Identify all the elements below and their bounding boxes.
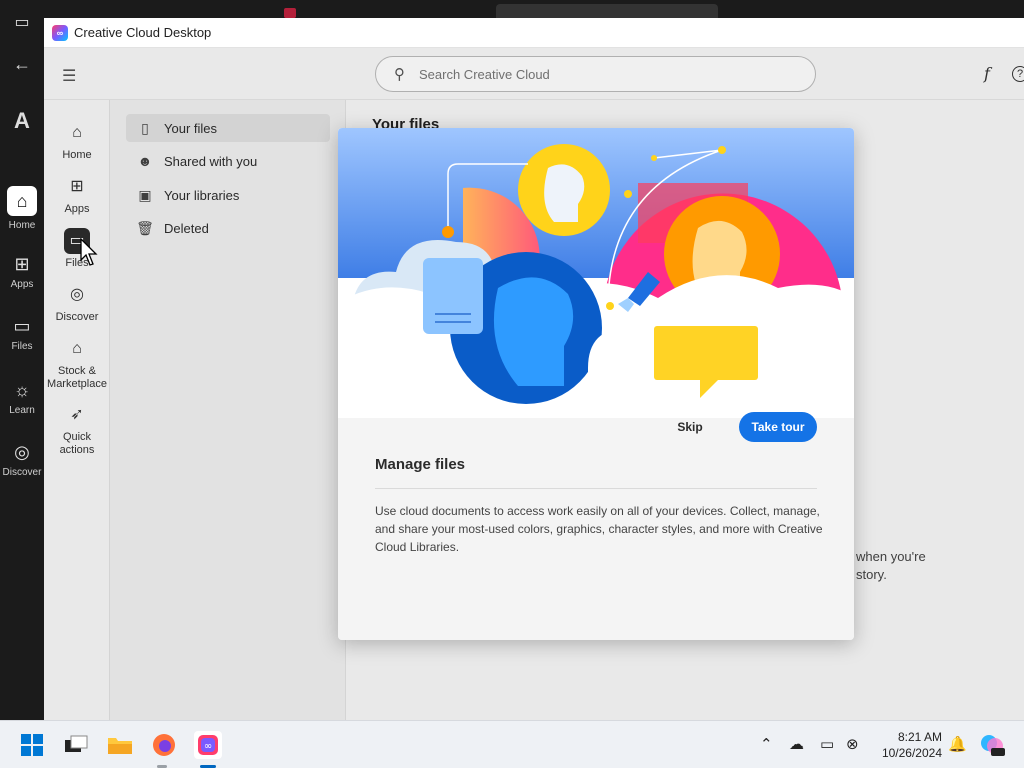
copilot-icon[interactable]: [978, 731, 1006, 759]
task-view-icon[interactable]: [62, 731, 90, 759]
background-window-icon[interactable]: ▭: [0, 12, 44, 32]
title-bar[interactable]: ∞ Creative Cloud Desktop: [44, 18, 1024, 48]
bg-nav-home[interactable]: ⌂ Home: [0, 186, 44, 231]
adobe-logo-icon: A: [14, 108, 30, 133]
system-clock[interactable]: 8:21 AM 10/26/2024: [870, 729, 942, 761]
creative-cloud-logo-icon: ∞: [52, 24, 68, 41]
firefox-icon[interactable]: [150, 731, 178, 759]
lightbulb-icon: ☼: [13, 380, 31, 400]
compass-icon: ◎: [14, 442, 30, 462]
apps-icon: ⊞: [14, 254, 30, 274]
clock-date: 10/26/2024: [881, 746, 942, 760]
taskbar: ∞ ⌃ ☁ ▭ ⊗ 8:21 AM 10/26/2024 🔔: [0, 720, 1024, 768]
svg-text:∞: ∞: [204, 741, 212, 752]
notification-bell-icon[interactable]: 🔔: [948, 735, 967, 753]
bg-nav-discover[interactable]: ◎ Discover: [0, 442, 44, 478]
clock-time: 8:21 AM: [897, 730, 942, 744]
dialog-illustration: [338, 128, 854, 418]
creative-cloud-taskbar-icon[interactable]: ∞: [194, 731, 222, 759]
dialog-description: Use cloud documents to access work easil…: [375, 504, 823, 554]
dialog-body: Manage files Use cloud documents to acce…: [338, 418, 854, 640]
manage-files-dialog: Manage files Use cloud documents to acce…: [338, 128, 854, 640]
background-red-mark: [284, 8, 296, 18]
bg-nav-learn[interactable]: ☼ Learn: [0, 380, 44, 416]
home-icon: ⌂: [7, 186, 37, 216]
dialog-divider: [375, 488, 817, 489]
display-icon[interactable]: ▭: [820, 735, 834, 753]
back-arrow-icon[interactable]: ←: [0, 54, 44, 75]
show-hidden-icons-chevron-icon[interactable]: ⌃: [760, 735, 773, 753]
folder-icon: ▭: [13, 316, 31, 336]
background-app-topbar: [44, 0, 1024, 18]
background-tab: [496, 4, 718, 18]
window-title: Creative Cloud Desktop: [74, 25, 212, 40]
take-tour-button[interactable]: Take tour: [739, 412, 817, 442]
bg-nav-files[interactable]: ▭ Files: [0, 316, 44, 352]
windows-start-icon[interactable]: [18, 731, 46, 759]
skip-button[interactable]: Skip: [668, 412, 712, 442]
cloud-offline-icon[interactable]: ☁: [789, 735, 804, 753]
bg-nav-apps[interactable]: ⊞ Apps: [0, 254, 44, 290]
file-explorer-icon[interactable]: [106, 731, 134, 759]
mouse-cursor-icon: [80, 238, 98, 266]
dialog-title: Manage files: [375, 456, 466, 473]
network-disconnected-icon[interactable]: ⊗: [846, 735, 859, 753]
